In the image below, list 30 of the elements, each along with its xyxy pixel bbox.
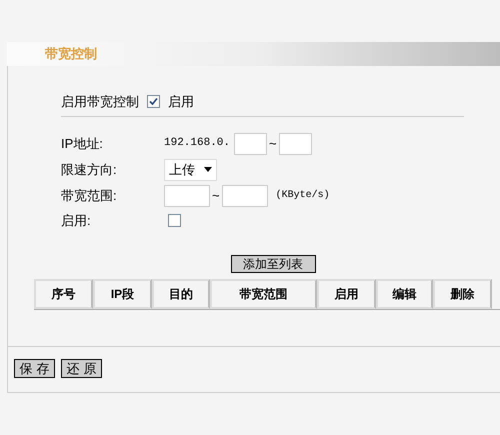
column-header: 序号 — [34, 279, 93, 309]
range-separator: ~ — [269, 134, 277, 153]
form-button[interactable]: 保 存 — [14, 359, 55, 378]
checkbox[interactable] — [168, 214, 181, 227]
ip-prefix: 192.168.0. — [164, 136, 230, 152]
check-icon — [149, 97, 158, 106]
unit-label: (KByte/s) — [276, 188, 330, 203]
field-label: 启用: — [61, 212, 92, 230]
text-field[interactable] — [234, 132, 268, 154]
column-header: 删除 — [433, 279, 492, 309]
column-header: 启用 — [317, 279, 376, 309]
field-label: 带宽范围: — [61, 186, 118, 205]
field-label: 启用带宽控制 — [61, 93, 139, 111]
field-label: IP地址: — [61, 134, 104, 153]
column-header: 编辑 — [376, 279, 433, 309]
section-title: 带宽控制 — [45, 45, 97, 64]
text-field[interactable] — [222, 184, 268, 206]
add-to-list-button[interactable]: 添加至列表 — [230, 255, 316, 273]
range-separator: ~ — [212, 186, 220, 205]
column-header: 带宽范围 — [210, 279, 317, 309]
checkbox-label: 启用 — [168, 93, 194, 111]
checkbox[interactable] — [147, 95, 160, 108]
text-field[interactable] — [164, 184, 210, 206]
column-header: 目的 — [152, 279, 210, 309]
caret-icon — [204, 167, 212, 172]
text-field[interactable] — [278, 132, 312, 154]
column-header: IP段 — [93, 279, 152, 309]
form-button[interactable]: 还 原 — [61, 359, 102, 378]
direction-select[interactable]: 上传 — [164, 158, 217, 180]
field-label: 限速方向: — [61, 160, 118, 179]
